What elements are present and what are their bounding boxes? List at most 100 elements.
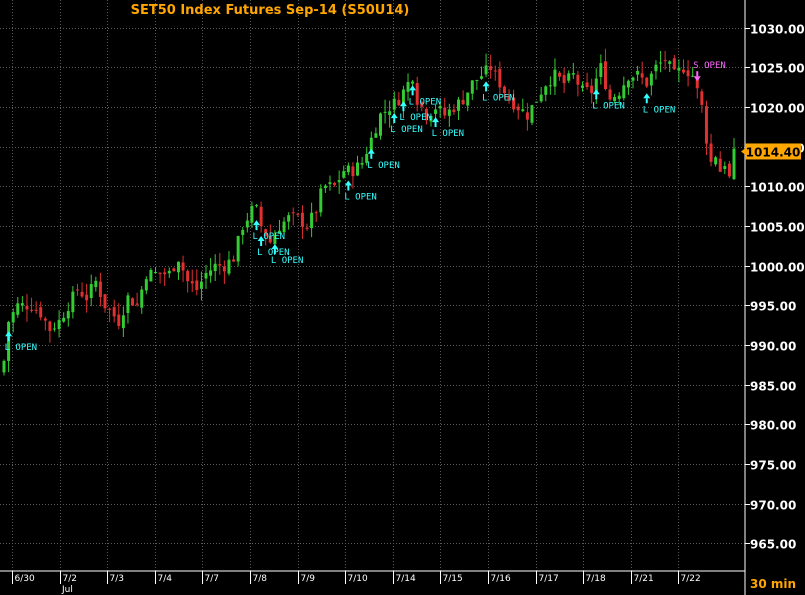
y-tick-label: 1005.00 — [750, 221, 805, 235]
candle-body — [677, 67, 681, 71]
candle-body — [709, 143, 713, 162]
candle-body — [20, 303, 24, 306]
signal-label: L OPEN — [399, 113, 432, 123]
candle-body — [553, 69, 557, 87]
candle-body — [103, 294, 107, 309]
candle-body — [580, 85, 584, 88]
candle-body — [131, 298, 135, 306]
candle-body — [333, 182, 337, 185]
candle-body — [172, 268, 176, 272]
candle-body — [452, 109, 456, 113]
candle — [378, 112, 382, 140]
candle-body — [98, 281, 102, 298]
candle-body — [25, 305, 29, 310]
signal-label: L OPEN — [482, 93, 515, 103]
y-tick-label: 1020.00 — [750, 102, 805, 116]
candle-body — [484, 65, 488, 75]
x-tick-label: 7/4 — [158, 574, 173, 584]
arrow-up-stem — [411, 90, 414, 96]
candle-body — [691, 75, 695, 77]
candle-body — [89, 284, 93, 299]
arrow-down-stem — [696, 71, 699, 77]
candle-body — [250, 205, 254, 223]
x-tick-label: 7/16 — [491, 574, 511, 584]
candle-body — [94, 280, 98, 288]
candle-body — [659, 62, 663, 64]
candle-body — [535, 101, 539, 103]
candle-body — [80, 291, 84, 297]
candle-body — [374, 133, 378, 138]
y-tick-label: 980.00 — [750, 419, 796, 433]
candle-body — [672, 58, 676, 70]
candle-body — [199, 281, 203, 289]
candle-body — [62, 317, 66, 322]
candle — [645, 76, 649, 89]
candle-body — [209, 270, 213, 276]
candle-body — [521, 109, 525, 112]
arrow-up-stem — [645, 98, 648, 104]
arrow-up-stem — [255, 225, 258, 231]
candle-body — [7, 321, 11, 361]
arrow-up-stem — [370, 153, 373, 159]
y-tick-label: 1030.00 — [750, 23, 805, 37]
candle-body — [30, 309, 34, 311]
signal-label: L OPEN — [643, 105, 676, 115]
chart-area[interactable]: L OPENL OPENL OPENL OPENL OPENL OPENL OP… — [0, 0, 805, 595]
candle-body — [135, 303, 139, 305]
candle-body — [282, 221, 286, 233]
candle-body — [319, 188, 323, 213]
candle-body — [300, 212, 304, 227]
signal-label: L OPEN — [390, 125, 423, 135]
candle-body — [636, 71, 640, 75]
arrow-up-stem — [273, 248, 276, 254]
x-tick-label: 7/14 — [396, 574, 416, 584]
candle-body — [328, 182, 332, 185]
candle-body — [43, 318, 47, 321]
candle-body — [227, 259, 231, 274]
x-tick-label: 6/30 — [15, 574, 35, 584]
candle-body — [66, 311, 70, 319]
y-tick-label: 990.00 — [750, 340, 796, 354]
candle-body — [562, 75, 566, 84]
candle-body — [314, 212, 318, 214]
candle-body — [654, 64, 658, 72]
signal-label: L OPEN — [432, 129, 465, 139]
candle-body — [466, 92, 470, 106]
candle-body — [186, 270, 190, 282]
candle-body — [622, 85, 626, 99]
candle — [530, 104, 534, 126]
candle-body — [411, 81, 415, 84]
x-tick-label: 7/17 — [539, 574, 559, 584]
candle-body — [686, 70, 690, 77]
candle-body — [640, 73, 644, 78]
candle-body — [296, 213, 300, 215]
candle-body — [475, 80, 479, 82]
candle-body — [603, 61, 607, 90]
y-tick-label: 1000.00 — [750, 261, 805, 275]
candle-body — [388, 111, 392, 116]
signal-label: S OPEN — [693, 61, 726, 71]
candle-body — [71, 291, 75, 313]
candle-body — [2, 360, 6, 373]
candle-body — [732, 148, 736, 180]
candle-body — [154, 272, 158, 274]
arrow-up-stem — [393, 118, 396, 124]
candle-body — [626, 80, 630, 88]
x-tick-label: 7/18 — [586, 574, 606, 584]
x-tick-label: 7/3 — [110, 574, 124, 584]
x-tick-label: 7/10 — [348, 574, 368, 584]
candle-body — [108, 308, 112, 310]
candle-body — [383, 111, 387, 113]
candle-body — [48, 321, 52, 331]
candle-body — [121, 315, 125, 329]
candle-body — [599, 63, 603, 77]
arrow-up-stem — [347, 185, 350, 191]
y-tick-label: 1025.00 — [750, 62, 805, 76]
arrow-up-stem — [260, 241, 263, 247]
candle-body — [259, 206, 263, 227]
candle-body — [434, 109, 438, 114]
chart-title: SET50 Index Futures Sep-14 (S50U14) — [131, 3, 410, 18]
candle-body — [727, 163, 731, 177]
candle-body — [493, 70, 497, 72]
candle-body — [585, 82, 589, 88]
